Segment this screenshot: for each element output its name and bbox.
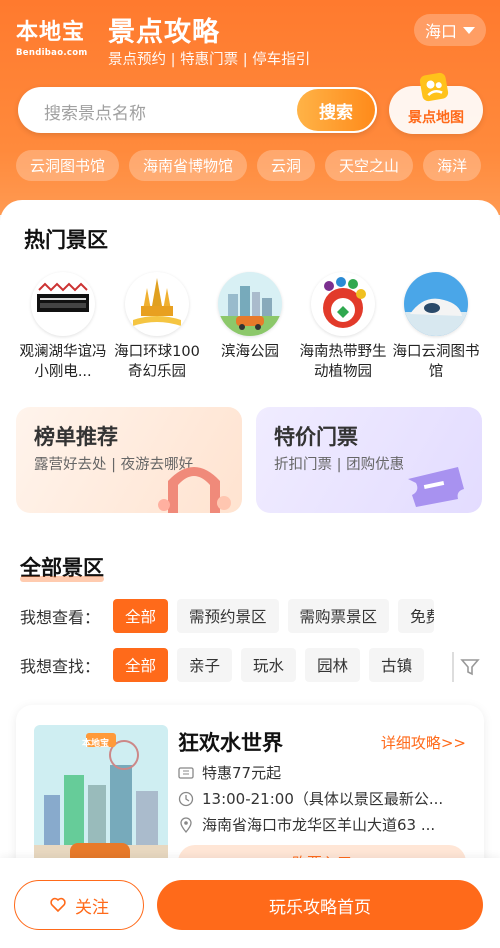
filter-tag[interactable]: 需购票景区 [287, 599, 390, 633]
chip[interactable]: 天空之山 [325, 150, 414, 181]
hot-item[interactable]: 海口环球100奇幻乐园 [110, 272, 204, 382]
filter-tag[interactable]: 免费 [398, 599, 435, 633]
guide-home-button[interactable]: 玩乐攻略首页 [157, 880, 483, 930]
follow-label: 关注 [75, 897, 109, 918]
filter-label: 我想查找： [20, 657, 101, 676]
logo-text: 本地宝 [16, 19, 86, 45]
promo-title: 榜单推荐 [34, 425, 118, 449]
caret-down-icon [463, 26, 475, 34]
hot-item-name: 海口环球100奇幻乐园 [114, 344, 200, 380]
hot-item[interactable]: 海口云洞图书馆 [389, 272, 483, 382]
map-pin-icon [419, 72, 449, 102]
chip[interactable]: 云洞 [257, 150, 316, 181]
filter-tag[interactable]: 古镇 [369, 648, 425, 682]
chip[interactable]: 海南省博物馆 [129, 150, 248, 181]
wildlife-park-logo [311, 272, 375, 336]
spot-hours-row: 13:00-21:00（具体以景区最新公... [178, 788, 468, 809]
detail-guide-link[interactable]: 详细攻略>> [381, 732, 466, 753]
filter-tag[interactable]: 玩水 [241, 648, 297, 682]
bottom-bar: 关注 玩乐攻略首页 [0, 858, 500, 948]
spot-price: 特惠77元起 [202, 764, 282, 782]
ranking-promo-card[interactable]: 榜单推荐 露营好去处 | 夜游去哪好 [16, 407, 242, 513]
city-label: 海口 [424, 22, 457, 41]
hot-item[interactable]: 海南热带野生动植物园 [296, 272, 390, 382]
chip[interactable]: 海洋 [423, 150, 482, 181]
spot-price-row: 特惠77元起 [178, 762, 468, 783]
spot-hours: 13:00-21:00（具体以景区最新公... [202, 790, 444, 808]
spot-address-row: 海南省海口市龙华区羊山大道63 ... [178, 814, 468, 835]
heart-icon [50, 897, 66, 913]
thumb-badge: 本地宝 [82, 739, 110, 749]
arch-illustration [158, 467, 231, 513]
scenic-map-button[interactable]: 景点地图 [389, 72, 483, 134]
hot-item-name: 滨海公园 [221, 344, 279, 360]
search-input[interactable]: 搜索景点名称 [44, 99, 146, 124]
quick-search-chips: 云洞图书馆 海南省博物馆 云洞 天空之山 海洋 [16, 150, 482, 181]
guanlan-lake-logo [31, 272, 95, 336]
filter-tag[interactable]: 需预约景区 [177, 599, 279, 633]
filter-icon[interactable] [460, 657, 480, 677]
city-car-illustration [218, 272, 282, 336]
hot-item[interactable]: 观澜湖华谊冯小刚电... [16, 272, 110, 382]
filter-label: 我想查看： [20, 608, 101, 627]
ticket-icon [178, 766, 194, 779]
spot-name: 狂欢水世界 [178, 731, 283, 755]
filter-tag-all[interactable]: 全部 [113, 648, 169, 682]
filter-tag-all[interactable]: 全部 [113, 599, 169, 633]
hot-section-title: 热门景区 [24, 228, 108, 252]
map-button-label: 景点地图 [408, 110, 464, 126]
divider [452, 652, 454, 682]
ticket-icon [408, 467, 464, 507]
hot-item-name: 观澜湖华谊冯小刚电... [19, 344, 107, 380]
spot-address: 海南省海口市龙华区羊山大道63 ... [202, 816, 436, 834]
search-button[interactable]: 搜索 [297, 89, 375, 131]
discount-ticket-card[interactable]: 特价门票 折扣门票 | 团购优惠 [256, 407, 482, 513]
title-underline [20, 576, 104, 582]
view-filter: 我想查看： 全部 需预约景区 需购票景区 免费 [20, 599, 435, 633]
hot-item-name: 海口云洞图书馆 [392, 344, 480, 380]
hot-item-name: 海南热带野生动植物园 [299, 344, 387, 380]
type-filter: 我想查找： 全部 亲子 玩水 园林 古镇 [20, 648, 425, 682]
castle-park-logo [125, 272, 189, 336]
promo-title: 特价门票 [274, 425, 358, 449]
chip[interactable]: 云洞图书馆 [16, 150, 120, 181]
promo-subtitle: 折扣门票 | 团购优惠 [274, 457, 405, 473]
search-bar[interactable]: 搜索景点名称 搜索 [18, 87, 377, 133]
follow-button[interactable]: 关注 [14, 880, 144, 930]
cloud-cave-library [404, 272, 468, 336]
city-selector[interactable]: 海口 [414, 14, 486, 46]
page-title: 景点攻略 [108, 17, 220, 48]
page-subtitle: 景点预约 | 特惠门票 | 停车指引 [108, 52, 311, 68]
location-pin-icon [180, 816, 192, 833]
hot-item[interactable]: 滨海公园 [203, 272, 297, 382]
logo-domain: Bendibao.com [16, 48, 88, 58]
filter-tag[interactable]: 亲子 [177, 648, 233, 682]
bendibao-logo[interactable]: 本地宝 Bendibao.com [16, 14, 106, 64]
filter-tag[interactable]: 园林 [305, 648, 361, 682]
clock-icon [178, 791, 194, 806]
